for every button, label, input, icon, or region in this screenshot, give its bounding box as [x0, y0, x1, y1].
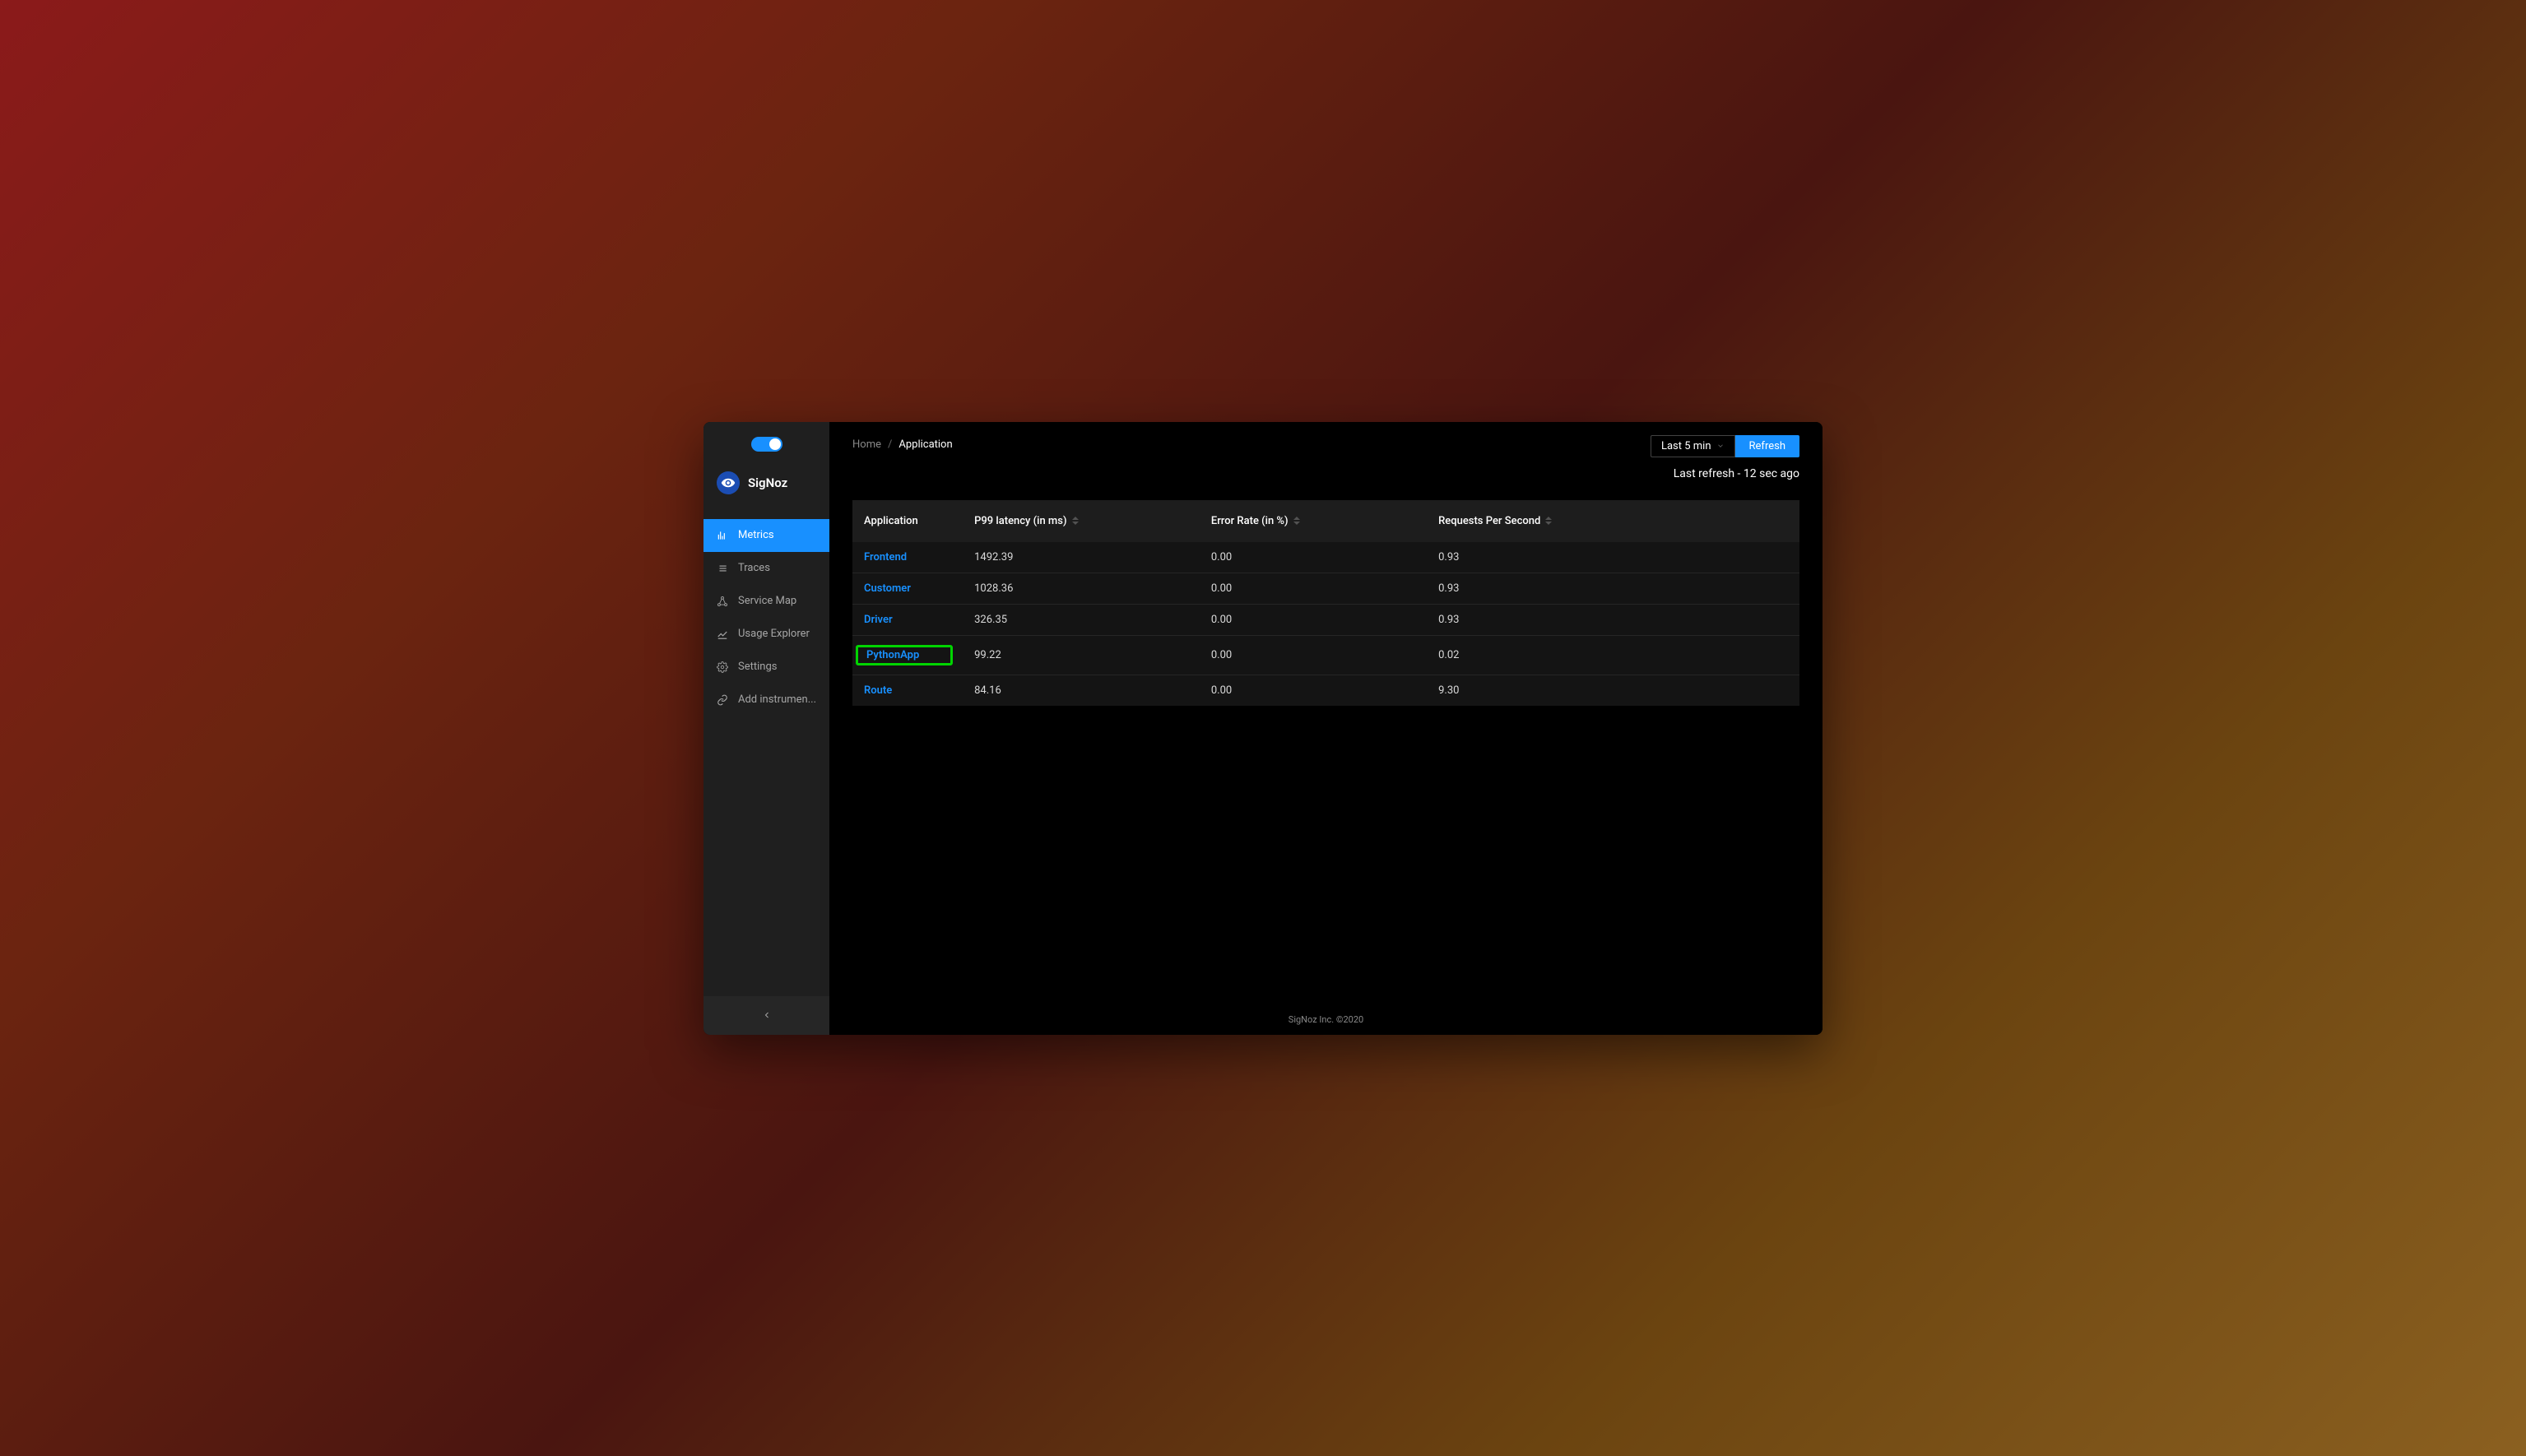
sidebar-item-add-instrumentation[interactable]: Add instrumen...: [703, 684, 829, 716]
cell-error-rate: 0.00: [1203, 635, 1430, 675]
column-header-p99[interactable]: P99 latency (in ms): [966, 500, 1203, 542]
line-chart-icon: [717, 628, 728, 640]
sidebar-nav: Metrics Traces Service Map Usage Explore…: [703, 519, 829, 996]
sidebar-item-usage-explorer[interactable]: Usage Explorer: [703, 618, 829, 651]
sidebar: SigNoz Metrics Traces Service Map: [703, 422, 829, 1035]
footer: SigNoz Inc. ©2020: [829, 1004, 1823, 1035]
sidebar-item-label: Metrics: [738, 529, 774, 541]
cell-rps: 0.02: [1430, 635, 1799, 675]
main-content: Home / Application Last 5 min Refresh La…: [829, 422, 1823, 1035]
brand-eye-icon: [717, 471, 740, 494]
breadcrumb-separator: /: [888, 438, 892, 451]
column-label: P99 latency (in ms): [974, 515, 1066, 527]
app-link[interactable]: Frontend: [864, 551, 907, 563]
table-body: Frontend 1492.39 0.00 0.93 Customer 1028…: [852, 542, 1799, 706]
bar-chart-icon: [717, 530, 728, 541]
sidebar-item-metrics[interactable]: Metrics: [703, 519, 829, 552]
copyright: SigNoz Inc. ©2020: [1289, 1014, 1363, 1025]
sort-icon: [1545, 517, 1552, 525]
breadcrumb-home[interactable]: Home: [852, 438, 881, 451]
sidebar-footer: [703, 996, 829, 1035]
app-link[interactable]: Customer: [864, 582, 911, 595]
column-label: Requests Per Second: [1438, 515, 1540, 527]
app-link[interactable]: Driver: [864, 614, 893, 626]
last-refresh-text: Last refresh - 12 sec ago: [1674, 467, 1799, 480]
refresh-button[interactable]: Refresh: [1735, 435, 1799, 457]
cell-error-rate: 0.00: [1203, 573, 1430, 604]
column-header-rps[interactable]: Requests Per Second: [1430, 500, 1799, 542]
cell-p99: 84.16: [966, 675, 1203, 706]
time-range-select[interactable]: Last 5 min: [1651, 435, 1735, 457]
sidebar-item-label: Traces: [738, 562, 770, 574]
app-window: SigNoz Metrics Traces Service Map: [703, 422, 1823, 1035]
table-row: PythonApp 99.22 0.00 0.02: [852, 635, 1799, 675]
sidebar-item-label: Usage Explorer: [738, 628, 810, 640]
column-label: Error Rate (in %): [1211, 515, 1289, 527]
gear-icon: [717, 661, 728, 673]
cell-rps: 0.93: [1430, 604, 1799, 635]
sidebar-item-service-map[interactable]: Service Map: [703, 585, 829, 618]
sidebar-item-label: Add instrumen...: [738, 693, 816, 706]
sidebar-item-label: Service Map: [738, 595, 796, 607]
table-row: Frontend 1492.39 0.00 0.93: [852, 542, 1799, 573]
cell-rps: 9.30: [1430, 675, 1799, 706]
theme-toggle[interactable]: [751, 437, 782, 452]
controls-group: Last 5 min Refresh: [1651, 435, 1799, 457]
cell-p99: 326.35: [966, 604, 1203, 635]
app-link[interactable]: PythonApp: [866, 649, 919, 661]
cell-error-rate: 0.00: [1203, 675, 1430, 706]
chevron-down-icon: [1716, 442, 1725, 450]
breadcrumb-current: Application: [898, 438, 952, 451]
header-controls: Last 5 min Refresh Last refresh - 12 sec…: [1651, 435, 1799, 480]
column-header-application[interactable]: Application: [852, 500, 966, 542]
table-row: Driver 326.35 0.00 0.93: [852, 604, 1799, 635]
cell-error-rate: 0.00: [1203, 542, 1430, 573]
content-area: Application P99 latency (in ms) Error R: [829, 480, 1823, 1004]
brand[interactable]: SigNoz: [703, 471, 829, 494]
cell-p99: 99.22: [966, 635, 1203, 675]
header: Home / Application Last 5 min Refresh La…: [829, 422, 1823, 480]
highlight-annotation: PythonApp: [856, 645, 953, 665]
cell-p99: 1492.39: [966, 542, 1203, 573]
column-label: Application: [864, 515, 918, 527]
brand-name: SigNoz: [748, 475, 787, 490]
applications-table: Application P99 latency (in ms) Error R: [852, 500, 1799, 706]
table-row: Route 84.16 0.00 9.30: [852, 675, 1799, 706]
sidebar-item-label: Settings: [738, 661, 777, 673]
sort-icon: [1072, 517, 1079, 525]
sort-icon: [1293, 517, 1300, 525]
cell-rps: 0.93: [1430, 573, 1799, 604]
sidebar-item-settings[interactable]: Settings: [703, 651, 829, 684]
chevron-left-icon: [762, 1010, 772, 1020]
cell-error-rate: 0.00: [1203, 604, 1430, 635]
list-icon: [717, 563, 728, 574]
table-row: Customer 1028.36 0.00 0.93: [852, 573, 1799, 604]
breadcrumb: Home / Application: [852, 435, 953, 451]
cell-p99: 1028.36: [966, 573, 1203, 604]
api-icon: [717, 694, 728, 706]
cell-rps: 0.93: [1430, 542, 1799, 573]
sidebar-item-traces[interactable]: Traces: [703, 552, 829, 585]
collapse-sidebar-button[interactable]: [762, 1008, 772, 1023]
column-header-error-rate[interactable]: Error Rate (in %): [1203, 500, 1430, 542]
time-range-value: Last 5 min: [1661, 440, 1711, 452]
deployment-icon: [717, 596, 728, 607]
sidebar-top: SigNoz: [703, 422, 829, 504]
app-link[interactable]: Route: [864, 684, 892, 697]
